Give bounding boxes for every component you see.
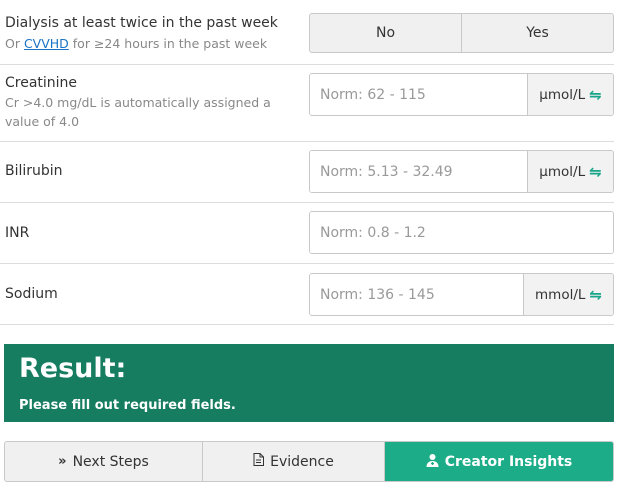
tab-creator-insights[interactable]: Creator Insights <box>384 442 613 481</box>
sodium-label: Sodium <box>5 286 58 302</box>
inr-label: INR <box>5 225 30 241</box>
dialysis-toggle: No Yes <box>309 13 614 53</box>
tab-next-steps-label: Next Steps <box>72 453 149 470</box>
creatinine-help: Cr >4.0 mg/dL is automatically assigned … <box>5 95 271 129</box>
bilirubin-unit-toggle[interactable]: μmol/L ⇋ <box>527 151 613 192</box>
inr-input[interactable] <box>310 212 613 253</box>
user-md-icon <box>426 453 439 471</box>
creatinine-input[interactable] <box>310 74 527 115</box>
document-icon <box>253 453 265 470</box>
sodium-input-group: mmol/L ⇋ <box>309 273 614 316</box>
inr-row: INR <box>0 203 614 264</box>
sodium-unit-toggle[interactable]: mmol/L ⇋ <box>523 274 613 315</box>
result-message: Please fill out required fields. <box>19 398 236 413</box>
creatinine-unit-label: μmol/L <box>539 86 586 103</box>
tab-evidence-label: Evidence <box>270 453 334 470</box>
swap-units-icon: ⇋ <box>589 162 602 181</box>
sodium-unit-label: mmol/L <box>535 286 586 303</box>
sodium-row: Sodium mmol/L ⇋ <box>0 264 614 325</box>
inr-input-group <box>309 211 614 254</box>
bottom-tabs: » Next Steps Evidence Creator Insights <box>4 441 614 482</box>
tab-next-steps[interactable]: » Next Steps <box>5 442 202 481</box>
dialysis-yes-button[interactable]: Yes <box>461 14 613 52</box>
creatinine-unit-toggle[interactable]: μmol/L ⇋ <box>527 74 613 115</box>
tab-evidence[interactable]: Evidence <box>202 442 384 481</box>
bilirubin-label: Bilirubin <box>5 163 63 179</box>
swap-units-icon: ⇋ <box>589 85 602 104</box>
tab-creator-insights-label: Creator Insights <box>444 453 573 470</box>
dialysis-help-suffix: for ≥24 hours in the past week <box>68 36 268 51</box>
swap-units-icon: ⇋ <box>589 285 602 304</box>
dialysis-help: Or CVVHD for ≥24 hours in the past week <box>5 34 305 53</box>
bilirubin-row: Bilirubin μmol/L ⇋ <box>0 142 614 203</box>
result-title: Result: <box>19 353 127 384</box>
double-chevron-right-icon: » <box>58 454 67 469</box>
dialysis-no-button[interactable]: No <box>310 14 461 52</box>
result-panel: Result: Please fill out required fields. <box>4 344 614 422</box>
cvvhd-link[interactable]: CVVHD <box>24 36 69 51</box>
bilirubin-unit-label: μmol/L <box>539 163 586 180</box>
creatinine-row: Creatinine Cr >4.0 mg/dL is automaticall… <box>0 65 614 142</box>
bilirubin-input[interactable] <box>310 151 527 192</box>
dialysis-help-prefix: Or <box>5 36 24 51</box>
sodium-input[interactable] <box>310 274 523 315</box>
creatinine-input-group: μmol/L ⇋ <box>309 73 614 116</box>
dialysis-label: Dialysis at least twice in the past week <box>5 15 278 31</box>
dialysis-row: Dialysis at least twice in the past week… <box>0 0 614 65</box>
creatinine-label: Creatinine <box>5 75 78 91</box>
bilirubin-input-group: μmol/L ⇋ <box>309 150 614 193</box>
